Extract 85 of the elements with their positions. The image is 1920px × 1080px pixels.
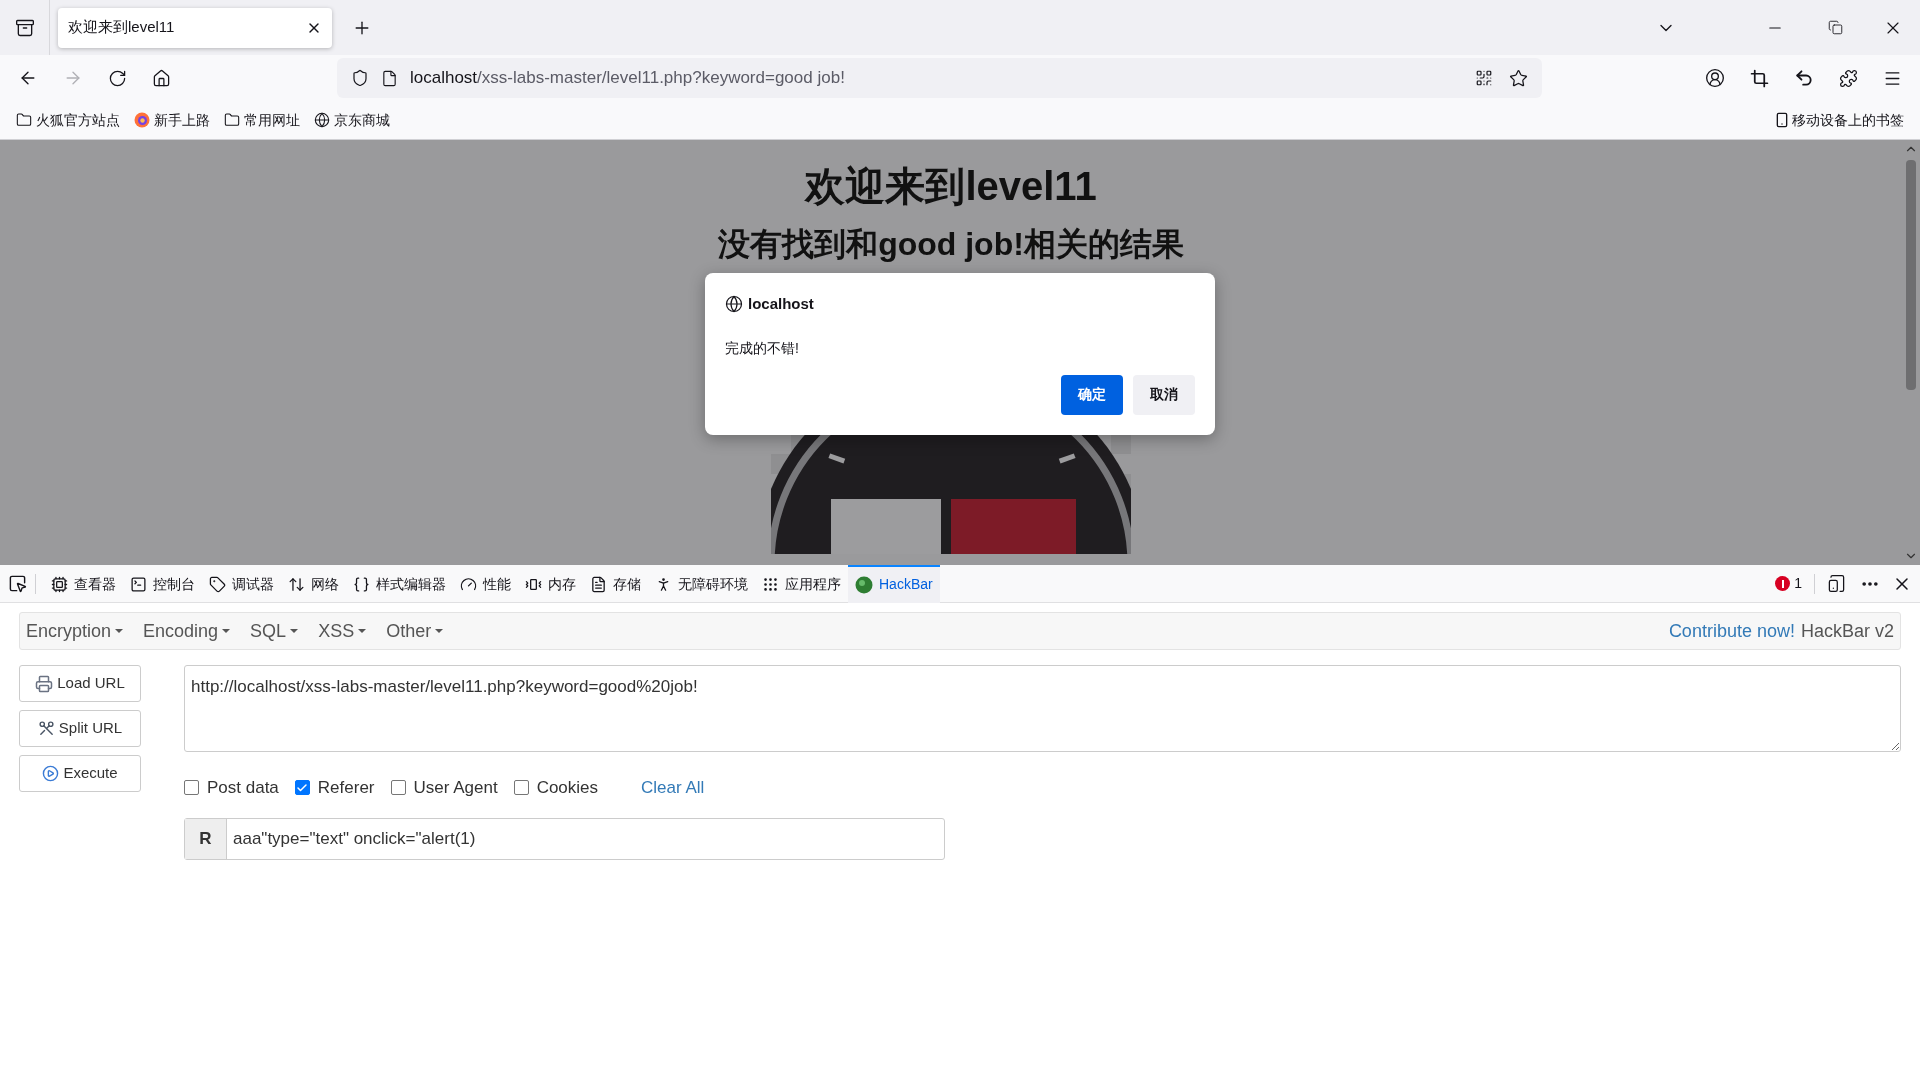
dialog-message: 完成的不错! — [725, 338, 800, 358]
devtools-tab[interactable]: 内存 — [518, 564, 583, 603]
action-button[interactable]: Load URL — [19, 665, 141, 702]
caret-icon — [435, 629, 444, 633]
folder-icon — [16, 112, 32, 128]
bookmark-item[interactable]: 常用网址 — [224, 109, 300, 131]
devtools-tab[interactable]: 控制台 — [123, 564, 202, 603]
braces-icon — [353, 576, 370, 593]
phone-icon — [1774, 112, 1790, 128]
devtools-tab[interactable]: 查看器 — [44, 564, 123, 603]
error-count[interactable]: 1 — [1775, 573, 1802, 594]
terminal-icon — [130, 576, 147, 593]
page-heading: 欢迎来到level11 — [805, 163, 1097, 210]
folder-icon — [224, 112, 240, 128]
grid-icon — [762, 576, 779, 593]
address-bar[interactable]: localhost/xss-labs-master/level11.php?keyword=good job! — [337, 58, 1542, 98]
confirm-button[interactable]: 确定 — [1061, 374, 1123, 415]
action-button[interactable]: Execute — [19, 755, 141, 792]
devtools-tab[interactable]: 性能 — [453, 564, 518, 603]
clear-all-link[interactable]: Clear All — [641, 775, 705, 801]
tab-list-icon[interactable] — [14, 17, 35, 38]
arrows-icon — [288, 576, 305, 593]
caret-icon — [290, 629, 299, 633]
extensions-icon[interactable] — [1839, 68, 1858, 88]
devtools-tab[interactable]: 网络 — [281, 564, 346, 603]
referer-value: aaa"type="text" onclick="alert(1) — [232, 827, 477, 850]
menu-dropdown[interactable]: Encoding — [143, 617, 231, 645]
option-checkbox[interactable]: Referer — [294, 775, 375, 801]
url-text: localhost/xss-labs-master/level11.php?keyword=good job! — [410, 67, 845, 90]
option-checkbox[interactable]: Cookies — [513, 775, 599, 801]
dialog-origin: localhost — [748, 294, 814, 314]
devtools-tab[interactable]: HackBar — [848, 564, 940, 603]
menu-dropdown[interactable]: SQL — [250, 617, 299, 645]
version-label: HackBar v2 — [1800, 619, 1894, 643]
caret-icon — [222, 629, 231, 633]
mobile-bookmarks[interactable]: 移动设备上的书签 — [1774, 109, 1904, 131]
caret-icon — [358, 629, 367, 633]
check-icon — [296, 781, 309, 794]
tag-icon — [209, 576, 226, 593]
devtools-tab[interactable]: 应用程序 — [755, 564, 848, 603]
referer-prefix: R — [185, 818, 227, 859]
gauge-icon — [460, 576, 477, 593]
element-picker-icon[interactable] — [8, 574, 27, 593]
bookmark-item[interactable]: 京东商城 — [314, 109, 390, 131]
play-icon — [42, 765, 60, 782]
caret-icon — [115, 629, 124, 633]
devtools-tab[interactable]: 存储 — [583, 564, 648, 603]
storage-icon — [590, 576, 607, 593]
devtools-tab[interactable]: 样式编辑器 — [346, 564, 453, 603]
hackbar-icon — [855, 575, 873, 594]
contribute-link[interactable]: Contribute now! — [1668, 617, 1795, 645]
chip-icon — [51, 576, 68, 593]
globe-icon — [314, 112, 330, 128]
option-checkbox[interactable]: User Agent — [390, 775, 498, 801]
responsive-icon[interactable] — [1827, 574, 1846, 593]
shield-icon[interactable] — [351, 69, 369, 87]
referer-field[interactable]: R aaa"type="text" onclick="alert(1) — [184, 817, 945, 860]
error-icon — [1775, 576, 1791, 591]
menu-dropdown[interactable]: Other — [386, 617, 444, 645]
cancel-button[interactable]: 取消 — [1133, 374, 1195, 415]
firefox-icon — [134, 112, 150, 128]
bookmark-item[interactable]: 新手上路 — [134, 109, 210, 131]
page-subheading: 没有找到和good job!相关的结果 — [718, 225, 1184, 264]
home-icon[interactable] — [152, 68, 171, 88]
scissors-icon — [37, 720, 55, 737]
url-field[interactable]: http://localhost/xss-labs-master/level11.php?keyword=good%20job! — [184, 665, 1901, 752]
devtools-tab[interactable]: 调试器 — [202, 564, 281, 603]
bookmark-item[interactable]: 火狐官方站点 — [16, 109, 120, 131]
printer-icon — [35, 674, 54, 693]
memory-icon — [525, 576, 542, 593]
qr-code-icon[interactable] — [1475, 69, 1493, 87]
devtools-tab[interactable]: 无障碍环境 — [648, 564, 755, 603]
action-button[interactable]: Split URL — [19, 710, 141, 747]
browser-tab[interactable]: 欢迎来到level11 — [58, 7, 332, 48]
menu-dropdown[interactable]: Encryption — [26, 617, 124, 645]
option-checkbox[interactable]: Post data — [184, 775, 279, 801]
globe-icon — [725, 295, 743, 314]
menu-dropdown[interactable]: XSS — [318, 617, 367, 645]
undo-icon[interactable] — [1794, 68, 1814, 88]
reload-icon[interactable] — [108, 68, 127, 88]
restore-icon[interactable] — [1828, 20, 1843, 35]
page-icon — [381, 69, 398, 87]
bookmark-star-icon[interactable] — [1509, 68, 1528, 88]
crop-icon[interactable] — [1750, 68, 1769, 88]
account-icon[interactable] — [1705, 68, 1725, 88]
